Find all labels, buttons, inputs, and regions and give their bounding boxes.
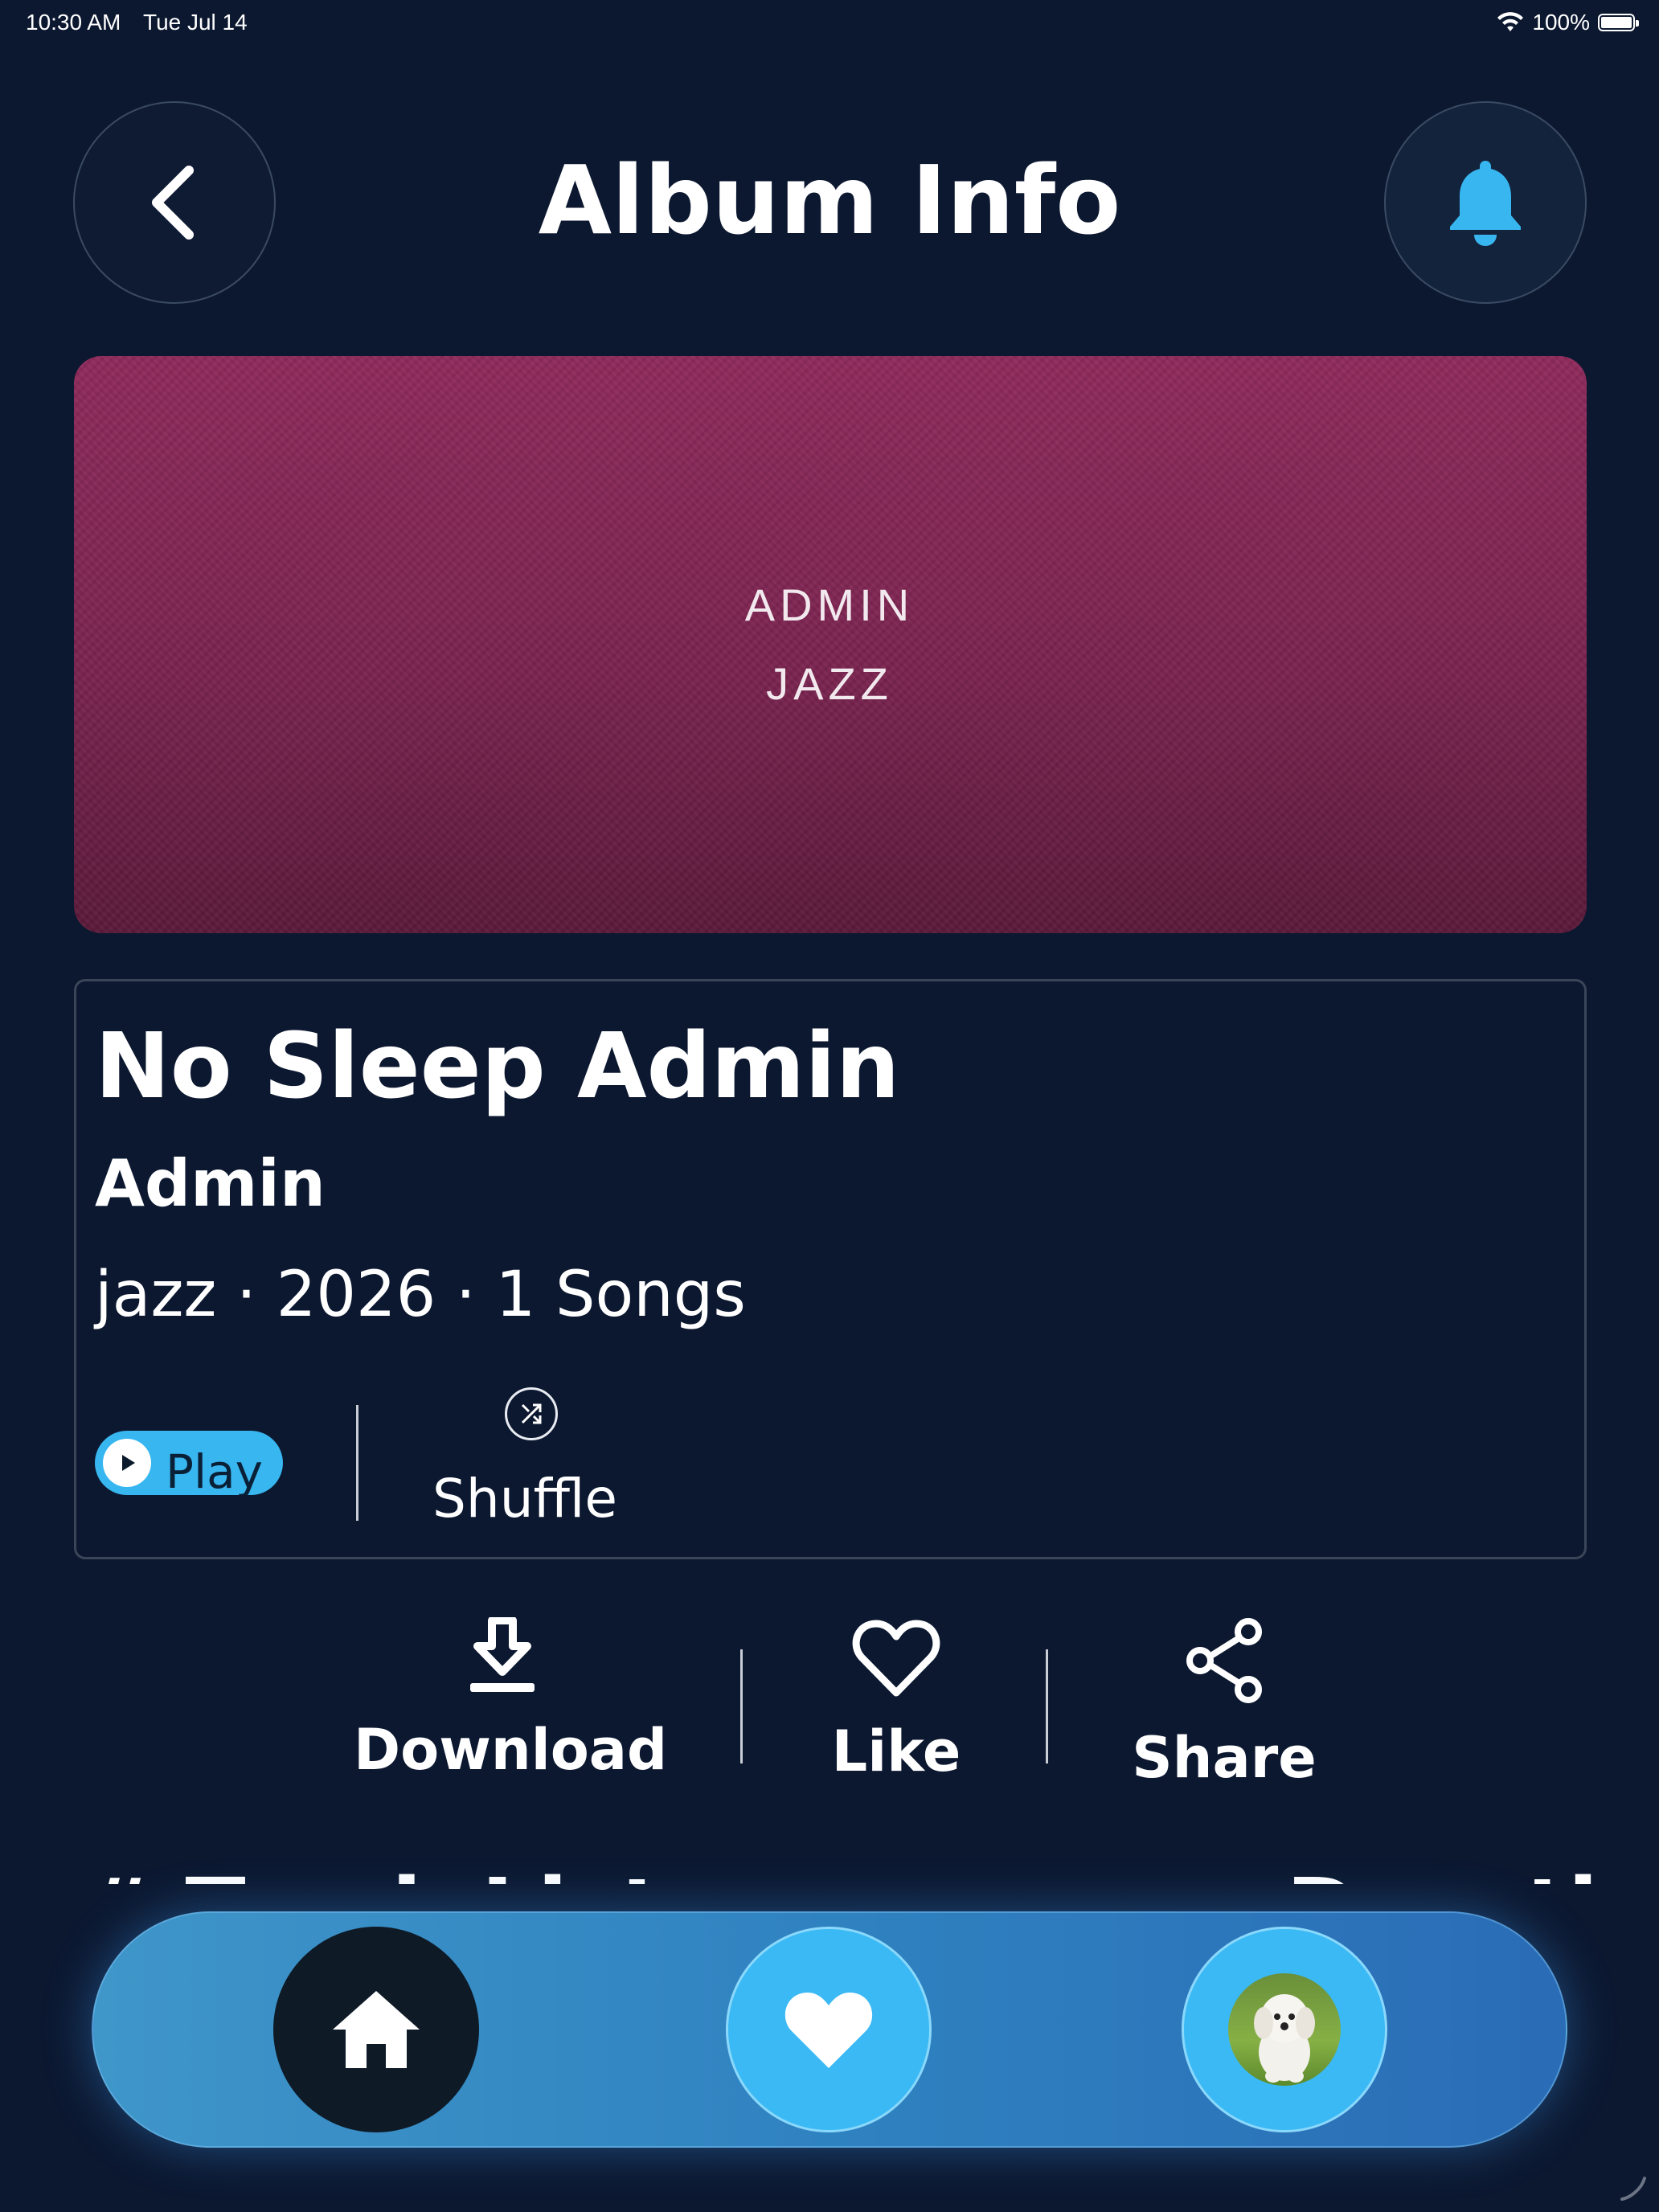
bottom-tab-bar xyxy=(92,1911,1567,2148)
tracklist-duration-label: Duration xyxy=(1286,1866,1659,1884)
album-artist[interactable]: Admin xyxy=(95,1146,326,1221)
album-cover xyxy=(74,356,1587,933)
resize-handle-icon xyxy=(1620,2177,1646,2201)
cover-text-line-1: ADMIN xyxy=(744,580,915,630)
shuffle-button[interactable]: Shuffle xyxy=(432,1468,617,1530)
heart-icon xyxy=(784,1993,873,2068)
avatar xyxy=(1228,1973,1341,2086)
play-icon xyxy=(103,1439,151,1487)
like-label: Like xyxy=(831,1718,961,1784)
download-label: Download xyxy=(354,1717,668,1783)
status-date: Tue Jul 14 xyxy=(143,10,248,35)
play-label: Play xyxy=(166,1444,263,1495)
album-meta: jazz · 2026 · 1 Songs xyxy=(95,1259,746,1331)
divider xyxy=(1046,1649,1048,1763)
play-button[interactable]: Play xyxy=(95,1431,283,1495)
album-title: No Sleep Admin xyxy=(95,1014,900,1119)
status-right: 100% xyxy=(1497,10,1639,35)
shuffle-icon[interactable] xyxy=(505,1387,558,1440)
status-time: 10:30 AM xyxy=(26,10,121,35)
tracklist-header: # Track List Duration xyxy=(0,1858,1659,1884)
cover-text-line-2: JAZZ xyxy=(766,658,893,709)
download-icon xyxy=(470,1616,535,1692)
tab-favorites[interactable] xyxy=(726,1927,932,2132)
heart-outline-icon xyxy=(852,1620,940,1697)
share-icon xyxy=(1186,1618,1262,1703)
tracklist-title: # Track List xyxy=(80,1866,662,1884)
tab-home[interactable] xyxy=(273,1927,479,2132)
divider xyxy=(356,1405,358,1521)
share-label: Share xyxy=(1132,1725,1317,1791)
tab-profile[interactable] xyxy=(1182,1927,1387,2132)
status-bar: 10:30 AM Tue Jul 14 100% xyxy=(0,0,1659,48)
battery-percent: 100% xyxy=(1532,10,1590,35)
battery-icon xyxy=(1598,14,1639,31)
download-button[interactable]: Download xyxy=(354,1616,668,1783)
divider xyxy=(740,1649,743,1763)
home-icon xyxy=(333,1991,420,2068)
wifi-icon xyxy=(1497,12,1524,31)
like-button[interactable]: Like xyxy=(812,1617,981,1784)
share-button[interactable]: Share xyxy=(1132,1617,1317,1791)
bell-icon xyxy=(1450,161,1521,246)
notification-button[interactable] xyxy=(1384,101,1587,304)
